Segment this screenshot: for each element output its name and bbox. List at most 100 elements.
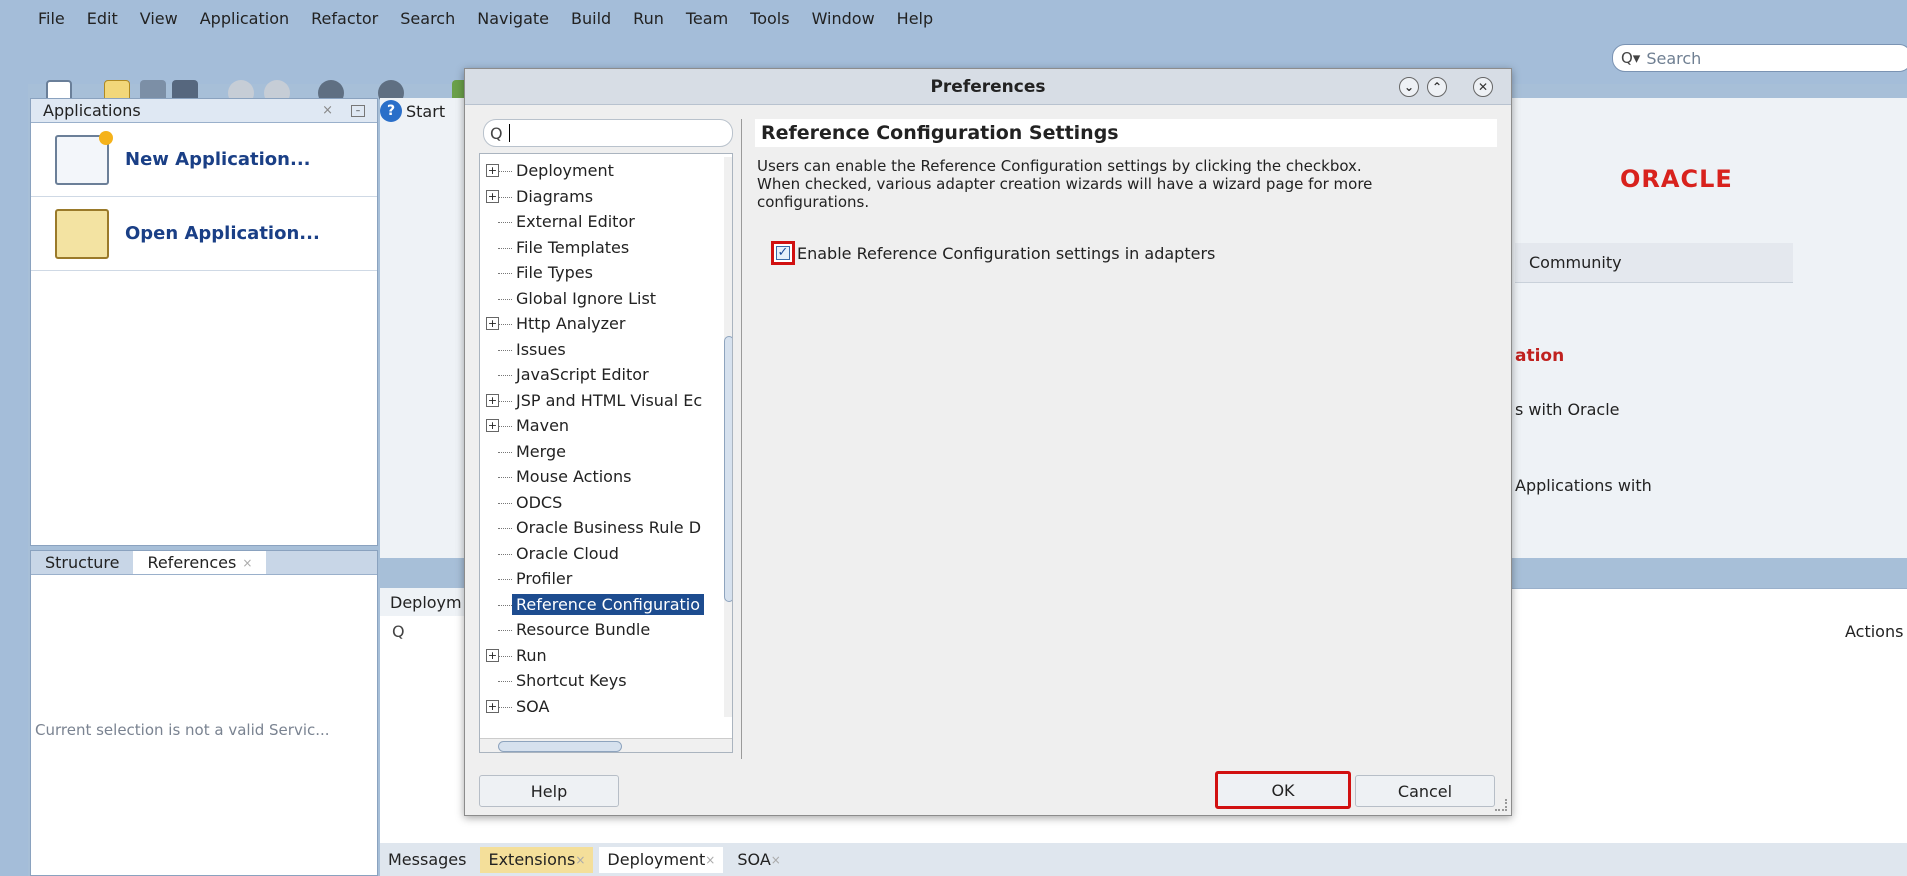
tab-deployment-panel[interactable]: Deploym [380, 588, 470, 616]
expand-icon[interactable]: + [486, 699, 499, 713]
menu-item-navigate[interactable]: Navigate [477, 9, 549, 28]
tree-item[interactable]: Oracle Cloud [480, 541, 732, 567]
help-button[interactable]: Help [479, 775, 619, 807]
tab-structure[interactable]: Structure [31, 553, 133, 572]
tree-item[interactable]: Issues [480, 337, 732, 363]
tree-item[interactable]: + Deployment [480, 158, 732, 184]
tree-connector [498, 655, 512, 657]
close-icon[interactable]: × [771, 853, 781, 867]
menu-item-refactor[interactable]: Refactor [311, 9, 378, 28]
preferences-tree[interactable]: + Deployment + Diagrams External Editor File … [479, 153, 733, 753]
close-icon[interactable]: × [575, 853, 585, 867]
close-icon[interactable]: × [705, 853, 715, 867]
settings-description: Users can enable the Reference Configura… [757, 157, 1477, 211]
tree-scroll-thumb[interactable] [724, 336, 732, 602]
bottom-tab-deployment[interactable]: Deployment × [599, 846, 724, 873]
bottom-tab-label: Deployment [607, 850, 706, 869]
menu-item-run[interactable]: Run [633, 9, 664, 28]
tree-item[interactable]: ODCS [480, 490, 732, 516]
tree-item[interactable]: File Templates [480, 235, 732, 261]
menu-item-application[interactable]: Application [200, 9, 289, 28]
tree-connector [498, 528, 512, 529]
open-application-link[interactable]: Open Application... [31, 197, 377, 271]
pane-divider[interactable] [741, 119, 742, 759]
close-icon[interactable]: × [242, 556, 252, 570]
tab-applications[interactable]: Applications × – [31, 99, 377, 123]
menu-item-file[interactable]: File [38, 9, 65, 28]
link-applications-with[interactable]: Applications with [1515, 476, 1652, 495]
tree-item[interactable]: + Maven [480, 413, 732, 439]
tree-item[interactable]: Reference Configuratio [480, 592, 732, 618]
cancel-button[interactable]: Cancel [1355, 775, 1495, 807]
tree-item[interactable]: External Editor [480, 209, 732, 235]
tree-item[interactable]: + Diagrams [480, 184, 732, 210]
tree-item[interactable]: Profiler [480, 566, 732, 592]
preferences-search-input[interactable]: Q [483, 119, 733, 147]
tree-item[interactable]: JavaScript Editor [480, 362, 732, 388]
tree-item[interactable]: Shortcut Keys [480, 668, 732, 694]
tree-item[interactable]: Resource Bundle [480, 617, 732, 643]
expand-icon[interactable]: + [486, 648, 499, 662]
menu-item-help[interactable]: Help [897, 9, 933, 28]
menu-item-build[interactable]: Build [571, 9, 611, 28]
tree-connector [498, 477, 512, 478]
new-application-link[interactable]: New Application... [31, 123, 377, 197]
tree-item[interactable]: Oracle Business Rule D [480, 515, 732, 541]
tree-item[interactable]: + Http Analyzer [480, 311, 732, 337]
tab-community[interactable]: Community [1515, 243, 1793, 283]
menu-item-edit[interactable]: Edit [87, 9, 118, 28]
menu-item-team[interactable]: Team [686, 9, 728, 28]
expand-icon[interactable]: + [486, 393, 499, 407]
expand-icon[interactable]: + [486, 189, 499, 203]
expand-icon[interactable]: + [486, 317, 499, 330]
open-application-label: Open Application... [125, 223, 320, 244]
tree-item[interactable]: + JSP and HTML Visual Ec [480, 388, 732, 414]
tree-item[interactable]: Global Ignore List [480, 286, 732, 312]
menu-item-tools[interactable]: Tools [750, 9, 789, 28]
tree-connector [498, 324, 512, 325]
minimize-icon[interactable]: – [351, 104, 365, 117]
tree-connector [498, 375, 512, 376]
tab-references[interactable]: References × [133, 551, 267, 574]
tree-item[interactable]: + Run [480, 643, 732, 669]
bottom-tab-bar: Messages Extensions × Deployment × SOA × [380, 843, 1907, 876]
tree-item-label: Run [516, 645, 547, 665]
actions-button[interactable]: Actions [1845, 622, 1903, 641]
tree-item[interactable]: File Types [480, 260, 732, 286]
tab-start[interactable]: ? Start [380, 98, 470, 124]
structure-message: Current selection is not a valid Servic.… [35, 721, 330, 739]
minimize-icon[interactable]: ⌄ [1399, 77, 1419, 97]
tree-item[interactable]: + SOA [480, 694, 732, 720]
tree-item-label: External Editor [516, 212, 635, 232]
maximize-icon[interactable]: ⌃ [1427, 77, 1447, 97]
menu-item-view[interactable]: View [140, 9, 178, 28]
resize-grip-icon[interactable] [1495, 799, 1507, 811]
expand-icon[interactable]: + [486, 164, 499, 177]
link-with-oracle[interactable]: s with Oracle [1515, 400, 1620, 419]
tree-item-label: ODCS [516, 492, 563, 512]
deployment-search-icon[interactable]: Q [392, 622, 405, 641]
close-icon[interactable]: ✕ [1473, 77, 1493, 97]
bottom-tab-soa[interactable]: SOA × [729, 847, 788, 873]
menu-item-search[interactable]: Search [400, 9, 455, 28]
checkbox-highlight[interactable]: ✓ [771, 241, 795, 265]
tree-item-label: File Templates [516, 237, 630, 257]
help-button-label: Help [530, 781, 568, 801]
menu-item-window[interactable]: Window [812, 9, 875, 28]
tree-connector [498, 196, 512, 198]
tree-list: + Deployment + Diagrams External Editor File … [480, 154, 732, 719]
search-input[interactable]: Q▾ Search [1612, 44, 1907, 72]
tree-connector [498, 273, 512, 274]
close-icon[interactable]: × [322, 103, 333, 118]
tree-connector [498, 579, 512, 580]
enable-reference-config-checkbox[interactable]: ✓ Enable Reference Configuration setting… [771, 241, 1215, 265]
tree-connector [498, 298, 512, 300]
ok-button[interactable]: OK [1215, 771, 1351, 809]
left-gutter [0, 84, 28, 876]
bottom-tab-messages[interactable]: Messages [380, 847, 474, 873]
tree-hscroll-thumb[interactable] [498, 741, 622, 752]
tree-item[interactable]: Merge [480, 439, 732, 465]
bottom-tab-extensions[interactable]: Extensions × [480, 846, 594, 873]
tree-item[interactable]: Mouse Actions [480, 464, 732, 490]
expand-icon[interactable]: + [486, 419, 499, 432]
